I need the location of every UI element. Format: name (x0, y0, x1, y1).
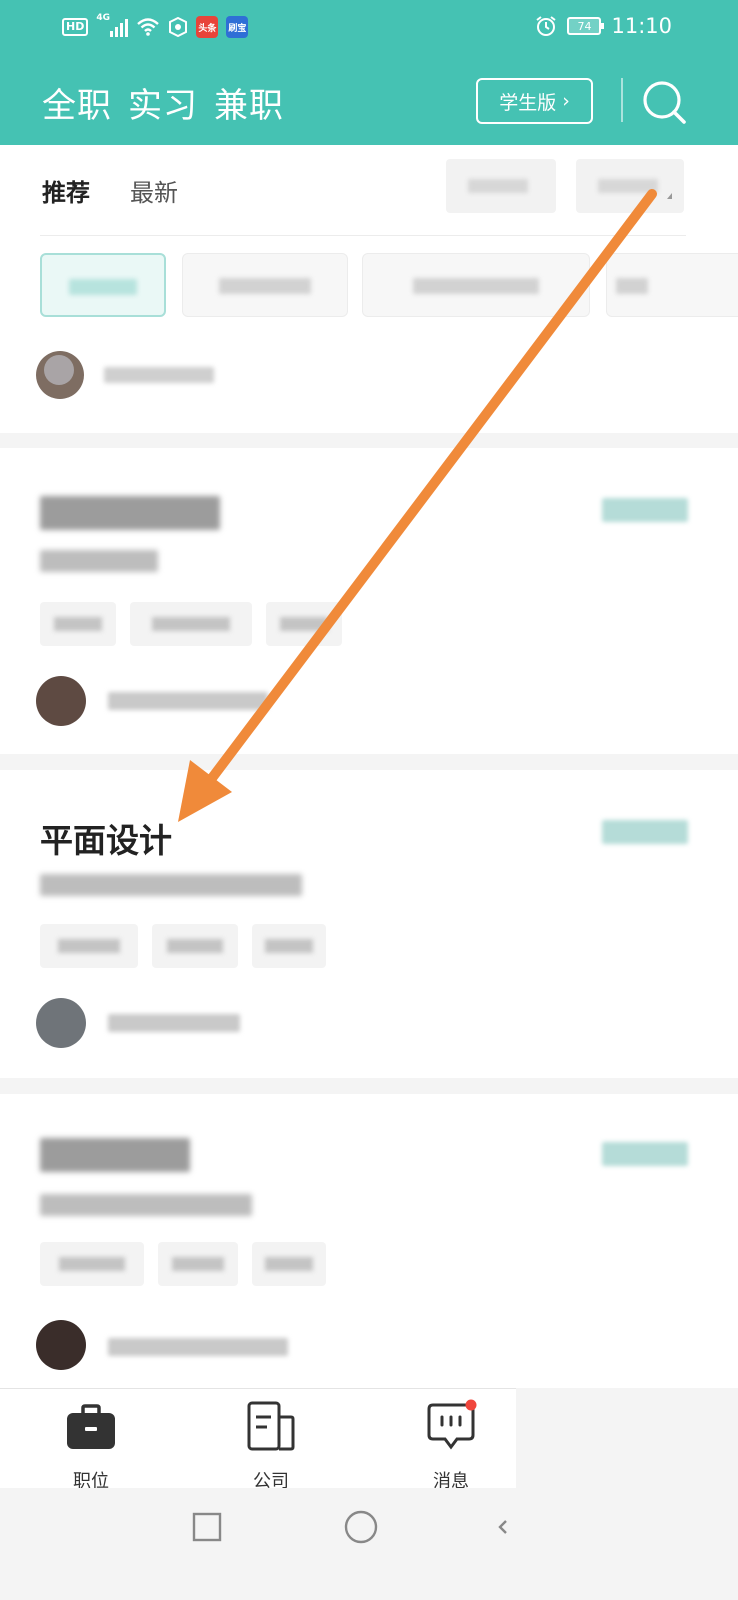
recruiter-info (108, 1338, 288, 1356)
nav-item-company[interactable]: 公司 (216, 1399, 326, 1493)
job-title (40, 1138, 190, 1172)
divider (40, 235, 686, 236)
filter-section: 推荐 最新 (0, 145, 738, 433)
toutiao-app-icon: 头条 (196, 16, 219, 38)
chevron-right-icon: › (562, 90, 570, 112)
job-card[interactable]: 平面设计 (0, 770, 738, 1078)
system-navigation-bar (0, 1488, 516, 1600)
job-type-tabs: 全职 实习 兼职 (42, 78, 284, 127)
company-info (40, 1194, 252, 1216)
top-header: HD 4G 头条 刷宝 74 11:10 全职 实习 兼职 学生版 › (0, 0, 738, 145)
job-category-chips (40, 253, 738, 321)
student-version-label: 学生版 (499, 91, 557, 114)
clock-time: 11:10 (611, 14, 672, 38)
home-icon[interactable] (344, 1510, 378, 1544)
battery-icon: 74 (567, 17, 605, 35)
nav-item-messages[interactable]: 消息 (396, 1399, 506, 1493)
avatar (36, 1320, 86, 1370)
category-chip[interactable] (182, 253, 348, 317)
company-icon (247, 1401, 295, 1451)
sort-tabs: 推荐 最新 (42, 173, 178, 208)
category-chip[interactable] (606, 253, 738, 317)
recruiter-info (108, 1014, 240, 1032)
alarm-icon (536, 16, 557, 36)
job-tag (130, 602, 252, 646)
avatar (36, 998, 86, 1048)
wifi-icon (137, 18, 160, 36)
job-tag (40, 1242, 144, 1286)
job-tag (152, 924, 238, 968)
job-card[interactable] (0, 1094, 738, 1388)
job-tag (252, 1242, 326, 1286)
recruiter-info (108, 692, 268, 710)
dropdown-triangle-icon (667, 193, 672, 199)
avatar (36, 351, 84, 399)
status-bar-right: 74 11:10 (535, 14, 672, 38)
battery-level: 74 (577, 19, 592, 33)
avatar (36, 676, 86, 726)
job-title: 平面设计 (40, 821, 172, 860)
job-tag (252, 924, 326, 968)
job-tag (40, 924, 138, 968)
city-filter-dropdown[interactable] (446, 159, 556, 213)
sort-tab-latest[interactable]: 最新 (130, 173, 178, 208)
filter-dropdown[interactable] (576, 159, 684, 213)
message-icon (427, 1399, 477, 1450)
hotspot-icon (169, 17, 188, 37)
salary (602, 820, 688, 844)
company-info (40, 874, 302, 896)
header-divider (621, 78, 623, 122)
back-icon[interactable] (498, 1520, 508, 1534)
nav-item-jobs[interactable]: 职位 (36, 1399, 146, 1493)
network-type-label: 4G (96, 13, 110, 23)
salary (602, 498, 688, 522)
student-version-button[interactable]: 学生版 › (476, 78, 593, 124)
category-chip[interactable] (362, 253, 590, 317)
tab-parttime[interactable]: 兼职 (214, 78, 284, 127)
category-chip[interactable] (40, 253, 166, 317)
sort-tab-recommended[interactable]: 推荐 (42, 173, 90, 208)
status-bar: HD 4G 头条 刷宝 74 11:10 (0, 0, 738, 56)
recent-apps-icon[interactable] (192, 1512, 222, 1542)
signal-icon: 4G (96, 13, 129, 37)
tab-fulltime[interactable]: 全职 (42, 78, 112, 127)
recruiter-info (104, 367, 214, 383)
job-tag (40, 602, 116, 646)
search-icon[interactable] (640, 78, 688, 126)
unread-badge (465, 1399, 477, 1411)
briefcase-icon (67, 1404, 115, 1449)
status-bar-left: HD 4G 头条 刷宝 (62, 13, 249, 38)
job-tag (266, 602, 342, 646)
bottom-navigation: 职位 公司 消息 (0, 1388, 516, 1492)
shuabao-app-icon: 刷宝 (226, 16, 249, 38)
company-info (40, 550, 158, 572)
job-card[interactable] (0, 448, 738, 754)
hd-icon: HD (62, 18, 89, 36)
salary (602, 1142, 688, 1166)
tab-internship[interactable]: 实习 (128, 78, 198, 127)
recruiter-row (36, 351, 214, 399)
job-tag (158, 1242, 238, 1286)
job-title (40, 496, 220, 530)
